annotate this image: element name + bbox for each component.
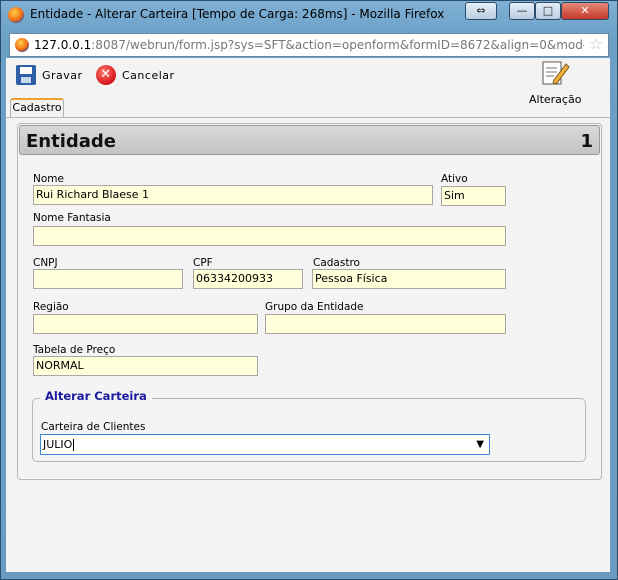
site-icon [15, 38, 29, 52]
url-path: :8087/webrun/form.jsp?sys=SFT&action=ope… [91, 38, 584, 52]
maximize-button[interactable]: □ [535, 2, 561, 20]
tab-cadastro[interactable]: Cadastro [10, 98, 64, 117]
cadastro-label: Cadastro [313, 257, 360, 269]
cnpj-field[interactable] [33, 269, 183, 289]
cnpj-label: CNPJ [33, 257, 58, 269]
record-number: 1 [580, 131, 593, 152]
tabela-preco-label: Tabela de Preço [33, 344, 116, 356]
cancel-label: Cancelar [122, 68, 175, 82]
title-bar[interactable]: Entidade - Alterar Carteira [Tempo de Ca… [1, 1, 617, 29]
firefox-logo-icon [8, 7, 24, 23]
alterar-carteira-legend: Alterar Carteira [40, 389, 152, 403]
regiao-label: Região [33, 301, 69, 313]
url-text[interactable]: 127.0.0.1:8087/webrun/form.jsp?sys=SFT&a… [34, 38, 584, 52]
ativo-label: Ativo [441, 173, 468, 185]
text-cursor [73, 439, 75, 451]
cadastro-field[interactable]: Pessoa Física [312, 269, 506, 289]
grupo-entidade-field[interactable] [265, 314, 506, 334]
url-bar[interactable]: 127.0.0.1:8087/webrun/form.jsp?sys=SFT&a… [9, 33, 609, 57]
regiao-field[interactable] [33, 314, 258, 334]
alteracao-label[interactable]: Alteração [529, 93, 581, 106]
bookmark-star-icon[interactable]: ☆ [590, 35, 603, 53]
nome-fantasia-label: Nome Fantasia [33, 212, 111, 224]
cpf-field[interactable]: 06334200933 [193, 269, 303, 289]
cpf-label: CPF [193, 257, 213, 269]
page-title: Entidade [26, 131, 117, 152]
nome-field[interactable]: Rui Richard Blaese 1 [33, 185, 433, 205]
chevron-down-icon[interactable]: ▼ [476, 435, 484, 454]
close-button[interactable]: ✕ [561, 2, 609, 20]
restore-icon[interactable]: ⇔ [465, 2, 497, 20]
carteira-clientes-value: JULIO [43, 438, 73, 451]
tabela-preco-field[interactable]: NORMAL [33, 356, 258, 376]
ativo-field[interactable]: Sim [441, 186, 506, 206]
edit-document-icon[interactable] [540, 58, 570, 88]
cancel-icon: ✕ [96, 65, 116, 85]
floppy-disk-icon [16, 65, 36, 85]
save-label: Gravar [42, 68, 83, 82]
window-title: Entidade - Alterar Carteira [Tempo de Ca… [30, 7, 445, 21]
carteira-clientes-label: Carteira de Clientes [41, 421, 146, 433]
nome-label: Nome [33, 173, 64, 185]
minimize-button[interactable]: — [509, 2, 535, 20]
url-host: 127.0.0.1 [34, 38, 92, 52]
cancel-button[interactable]: ✕ Cancelar [96, 65, 175, 85]
carteira-clientes-select[interactable]: JULIO ▼ [40, 434, 490, 455]
save-button[interactable]: Gravar [16, 65, 83, 85]
section-header: Entidade 1 [19, 125, 600, 155]
tab-divider [6, 116, 610, 118]
grupo-entidade-label: Grupo da Entidade [265, 301, 364, 313]
nome-fantasia-field[interactable] [33, 226, 506, 246]
